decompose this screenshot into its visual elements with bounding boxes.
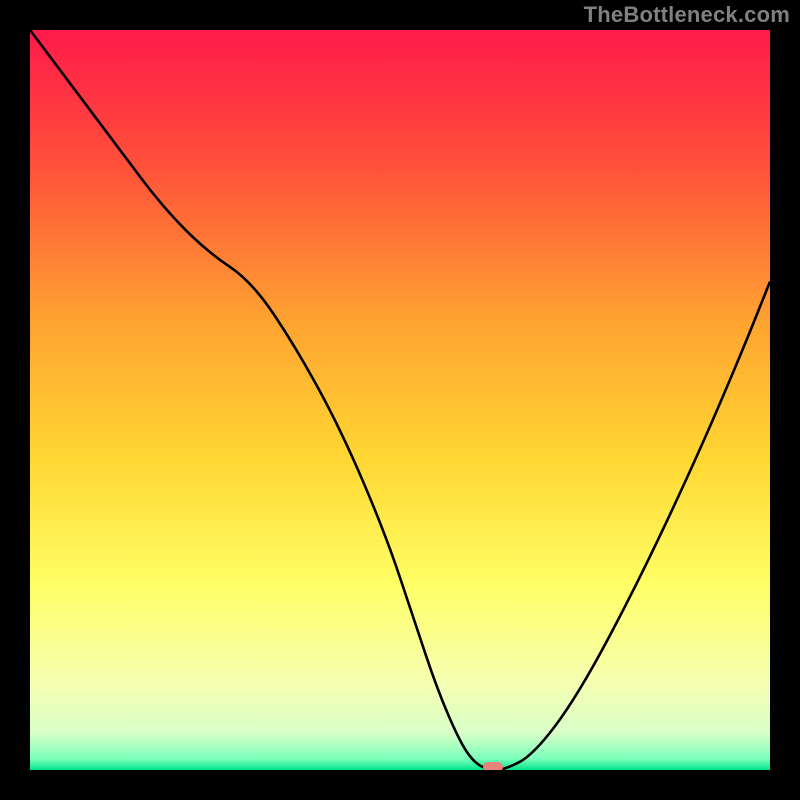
watermark-text: TheBottleneck.com [584, 2, 790, 28]
plot-area [30, 30, 770, 770]
plot-svg [30, 30, 770, 770]
chart-frame: TheBottleneck.com [0, 0, 800, 800]
gradient-background [30, 30, 770, 770]
optimal-point-marker [483, 762, 503, 770]
